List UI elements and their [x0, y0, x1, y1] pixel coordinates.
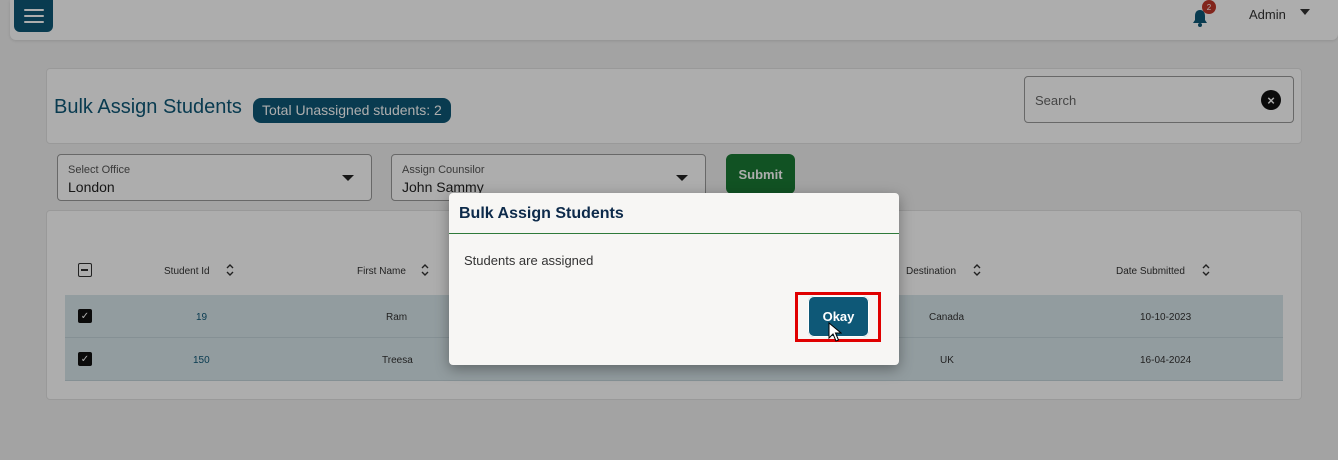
dialog-divider: [449, 233, 899, 234]
mouse-cursor-icon: [828, 322, 842, 342]
dialog-title: Bulk Assign Students: [459, 205, 624, 222]
dialog-message: Students are assigned: [464, 253, 594, 268]
